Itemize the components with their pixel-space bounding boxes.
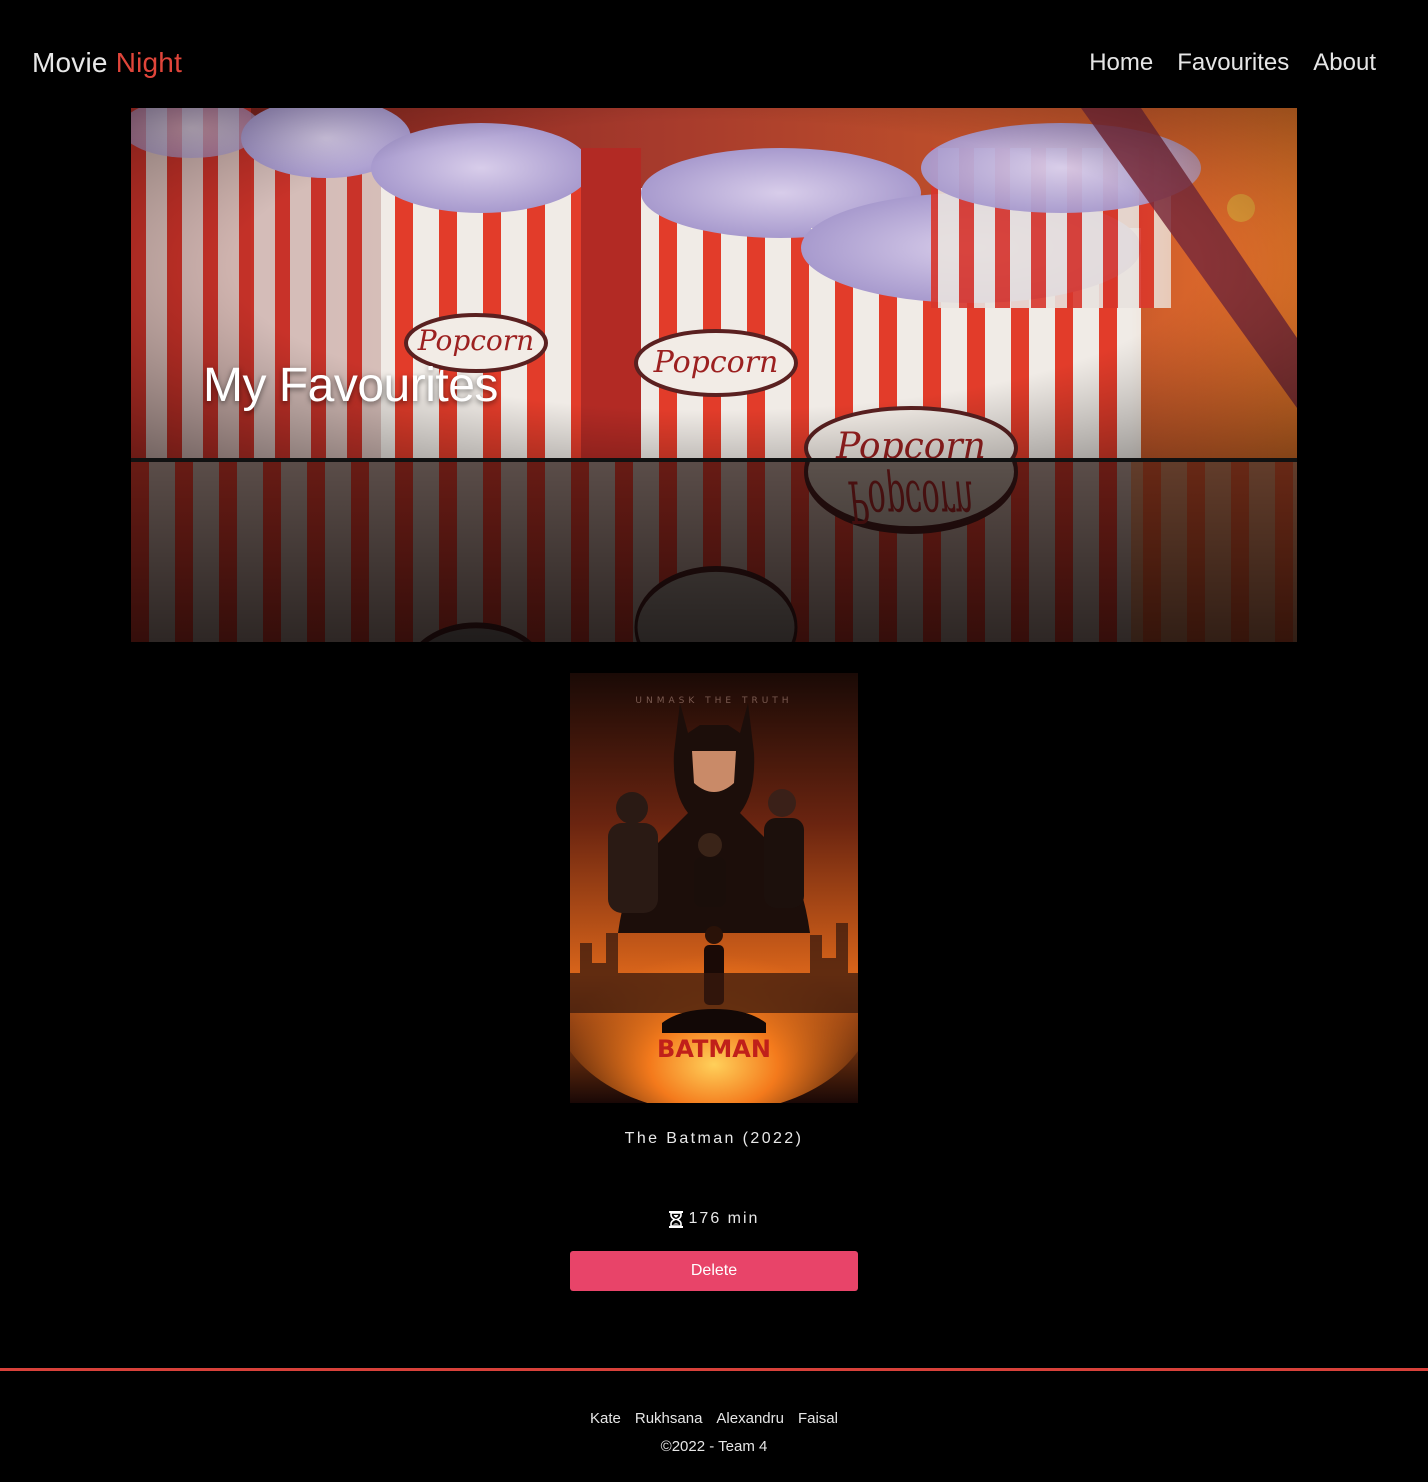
team-member-link[interactable]: Kate [590,1408,621,1430]
delete-button[interactable]: Delete [570,1251,858,1291]
hero-reflection: Popcorn [131,462,1297,642]
site-footer: Kate Rukhsana Alexandru Faisal ©2022 - T… [0,1408,1428,1457]
footer-rule [0,1368,1428,1371]
svg-text:BATMAN: BATMAN [657,1035,771,1063]
copyright-text: ©2022 - Team 4 [660,1438,768,1455]
brand-word-night: Night [115,47,183,78]
svg-text:UNMASK THE TRUTH: UNMASK THE TRUTH [635,696,792,706]
top-navbar: Movie Night Home Favourites About [0,0,1428,108]
hourglass-icon [668,1210,683,1228]
movie-runtime-text: 176 min [688,1210,760,1227]
popcorn-reflection-image: Popcorn [131,462,1297,642]
team-members: Kate Rukhsana Alexandru Faisal [0,1408,1428,1430]
brand-logo[interactable]: Movie Night [32,45,182,81]
nav-link-about[interactable]: About [1313,45,1376,81]
team-member-link[interactable]: Rukhsana [635,1408,703,1430]
hero-banner: Popcorn Popcorn Popcorn My Favourites [131,108,1297,458]
nav-link-favourites[interactable]: Favourites [1177,45,1289,81]
movie-title: The Batman (2022) [624,1130,804,1147]
team-member-link[interactable]: Alexandru [716,1408,784,1430]
movie-poster-image[interactable]: BATMAN UNMASK THE TRUTH [570,673,858,1103]
page-title: My Favourites [203,359,498,412]
main-nav: Home Favourites About [1089,45,1376,81]
team-member-link[interactable]: Faisal [798,1408,838,1430]
favourite-movie-card: BATMAN UNMASK THE TRUTH The Batman (2022… [570,673,858,1291]
nav-link-home[interactable]: Home [1089,45,1153,81]
brand-word-movie: Movie [32,47,108,78]
movie-runtime: 176 min [570,1209,858,1229]
